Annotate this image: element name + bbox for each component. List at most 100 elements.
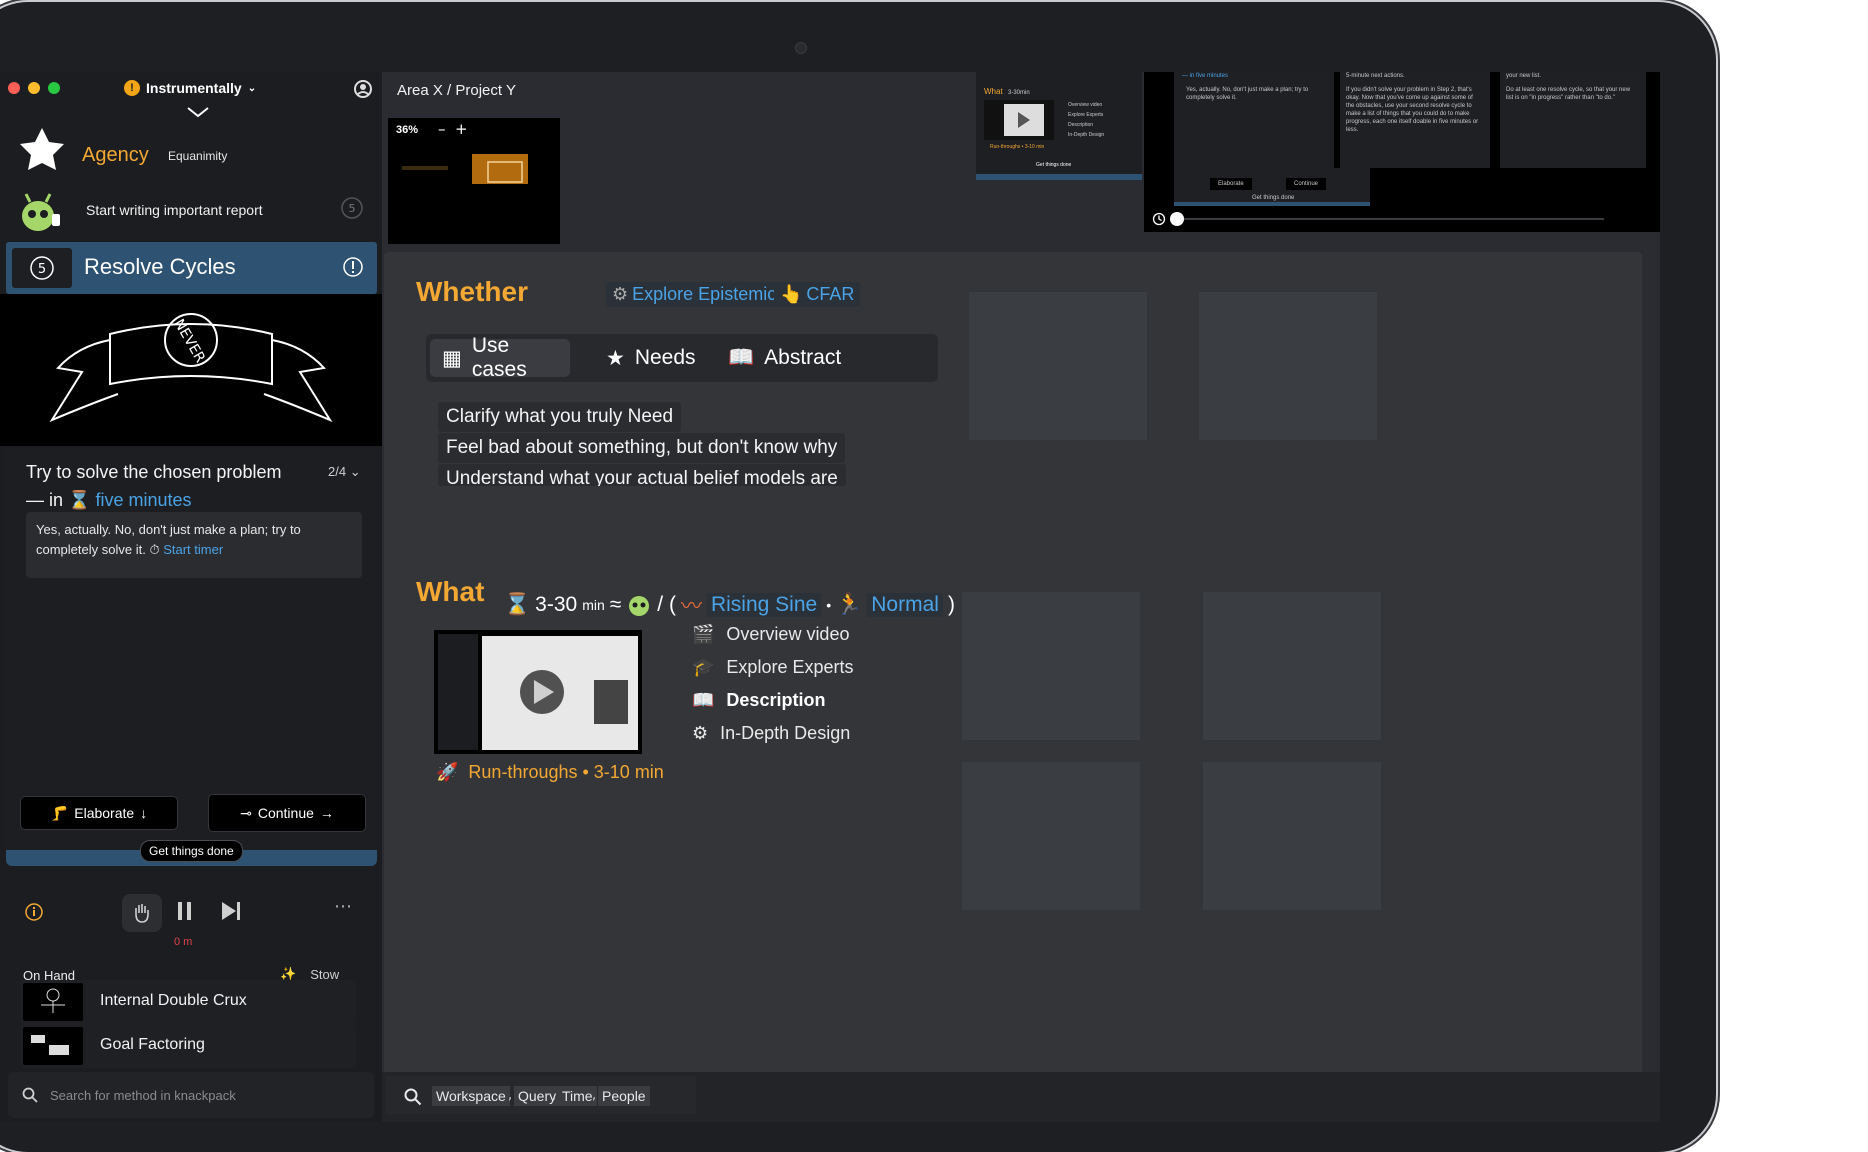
separator: ,	[552, 1088, 557, 1103]
overview-video-thumbnail[interactable]	[434, 630, 642, 754]
people-token[interactable]: People	[598, 1086, 650, 1106]
timer-icon: ⏱	[149, 542, 160, 557]
key-icon: ⊸	[240, 804, 252, 821]
app-window: ! Instrumentally ⌄ Agency Equanimity Sta…	[0, 72, 1660, 1122]
start-timer-link[interactable]: Start timer	[163, 542, 223, 557]
method-search-input[interactable]: Search for method in knackpack	[8, 1072, 374, 1118]
step-counter-text: 2/4	[328, 464, 347, 479]
video-icon: 🎬	[692, 624, 715, 644]
in-depth-design-link[interactable]: ⚙ In-Depth Design	[692, 723, 850, 744]
tab-label: Abstract	[764, 346, 842, 369]
tab-needs[interactable]: ★ Needs	[594, 339, 704, 377]
list-item[interactable]: Feel bad about something, but don't know…	[438, 433, 846, 463]
close-window-button[interactable]	[8, 82, 20, 94]
what-title: What	[416, 576, 485, 607]
mini-step-head: 5-minute next actions.	[1346, 73, 1405, 79]
method-illustration: NEVER	[0, 294, 382, 446]
run-throughs-link[interactable]: 🚀 Run-throughs • 3-10 min	[436, 762, 664, 783]
explore-experts-link[interactable]: 🎓 Explore Experts	[692, 657, 853, 678]
runner-icon: 🏃	[836, 593, 863, 616]
description-link[interactable]: 📖 Description	[692, 690, 825, 711]
alien-avatar-icon	[629, 596, 650, 616]
normal-link[interactable]: Normal	[867, 593, 943, 617]
mini-elaborate-button: Elaborate	[1210, 178, 1252, 190]
mini-get-things-done: Get things done	[1252, 195, 1295, 201]
method-header[interactable]: 5 Resolve Cycles	[6, 242, 377, 294]
what-meta: ⌛ 3-30 min ≈ / ( 〰 Rising Sine • 🏃 Norma…	[504, 590, 955, 620]
method-thumbnail	[23, 983, 83, 1021]
list-item[interactable]: Internal Double Crux	[20, 980, 356, 1024]
tab-label: Needs	[634, 346, 696, 369]
continue-button[interactable]: ⊸ Continue →	[208, 794, 366, 832]
svg-text:Explore Experts: Explore Experts	[1068, 112, 1104, 118]
tab-abstract[interactable]: 📖 Abstract	[716, 339, 846, 377]
query-bar: Workspace , Query , Time , People	[382, 1072, 1660, 1122]
arrow-right-icon: →	[319, 805, 334, 821]
mini-step-head: your new list.	[1506, 73, 1542, 79]
svg-text:What: What	[984, 87, 1003, 96]
camera	[795, 42, 807, 54]
cycle-timer-icon[interactable]: 5	[340, 196, 364, 220]
warning-icon: !	[124, 80, 140, 96]
brand-name[interactable]: Agency	[82, 144, 149, 167]
svg-text:5: 5	[38, 262, 46, 277]
svg-text:3-30min: 3-30min	[1008, 90, 1030, 96]
brand-secondary[interactable]: Equanimity	[168, 149, 227, 163]
book-icon: 📖	[692, 690, 715, 710]
step-counter[interactable]: 2/4 ⌄	[328, 464, 361, 480]
profile-switch-icon[interactable]	[352, 78, 374, 100]
step-note: Yes, actually. No, don't just make a pla…	[26, 512, 362, 578]
expert-icon: 🎓	[692, 657, 715, 677]
current-task-label[interactable]: Start writing important report	[86, 202, 263, 218]
skip-next-icon[interactable]	[220, 900, 242, 922]
rising-sine-link[interactable]: Rising Sine	[706, 593, 822, 617]
minimap[interactable]: 36% – +	[388, 118, 560, 244]
list-item-name: Internal Double Crux	[100, 992, 247, 1009]
info-icon[interactable]	[24, 902, 44, 922]
elaborate-button[interactable]: 🦵 Elaborate ↓	[20, 796, 178, 830]
list-item-name: Goal Factoring	[100, 1036, 205, 1053]
resource-label: Explore Experts	[726, 657, 854, 677]
mini-step-text: Yes, actually. No, don't just make a pla…	[1186, 87, 1309, 101]
breadcrumb[interactable]: Area X / Project Y	[397, 82, 516, 99]
workspace-switcher[interactable]: ! Instrumentally ⌄	[124, 80, 256, 96]
workspace-token[interactable]: Workspace	[432, 1086, 510, 1106]
mini-step-head: — in five minutes	[1182, 73, 1229, 79]
search-icon	[404, 1088, 422, 1106]
book-icon: 📖	[728, 346, 755, 369]
five-minutes-link[interactable]: five minutes	[95, 490, 191, 510]
explore-epistemics-link[interactable]: ⚙ Explore Epistemics	[606, 282, 792, 307]
timeline-scrubber[interactable]	[1170, 212, 1184, 226]
query-input[interactable]: Workspace , Query , Time , People	[386, 1076, 696, 1114]
resource-label: Description	[726, 690, 826, 710]
more-options-icon[interactable]: ⋯	[334, 896, 352, 917]
tab-use-cases[interactable]: ▦ Use cases	[430, 334, 570, 381]
gear-icon: ⚙	[612, 284, 629, 304]
placeholder-card	[1203, 762, 1381, 910]
hand-stop-button[interactable]	[122, 894, 162, 932]
mini-step-text: Do at least one resolve cycle, so that y…	[1506, 87, 1631, 101]
clock-icon	[1152, 212, 1166, 226]
method-thumbnail	[23, 1027, 83, 1065]
list-item[interactable]: Clarify what you truly Need	[438, 402, 682, 432]
minimize-window-button[interactable]	[28, 82, 40, 94]
arrow-down-icon: ↓	[140, 805, 148, 821]
info-icon[interactable]	[342, 256, 364, 278]
list-item[interactable]: Goal Factoring	[20, 1024, 356, 1068]
pause-icon[interactable]	[176, 900, 194, 922]
overview-video-link[interactable]: 🎬 Overview video	[692, 624, 849, 645]
never-banner-icon: NEVER	[49, 313, 333, 423]
get-things-done-badge[interactable]: Get things done	[140, 840, 243, 862]
collapse-chevron-icon[interactable]	[186, 106, 210, 118]
elaborate-label: Elaborate	[74, 805, 135, 821]
timeline-track[interactable]	[1174, 218, 1604, 220]
play-video-icon	[438, 634, 638, 750]
mini-preview-what[interactable]: What 3-30min Overview video Explore Expe…	[976, 72, 1142, 180]
mini-preview-steps[interactable]: — in five minutes Yes, actually. No, don…	[1144, 72, 1660, 232]
list-item[interactable]: Understand what your actual belief model…	[438, 464, 846, 486]
zoom-window-button[interactable]	[48, 82, 60, 94]
close-paren: )	[947, 593, 955, 616]
cfar-link[interactable]: 👆 CFAR	[774, 282, 861, 307]
resource-label: In-Depth Design	[720, 723, 851, 743]
time-token[interactable]: Time	[558, 1086, 597, 1106]
